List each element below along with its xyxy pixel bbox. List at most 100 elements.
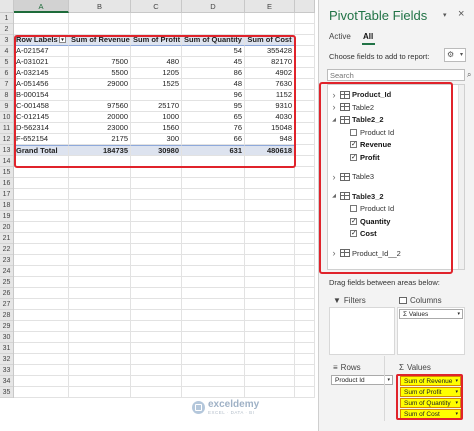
row-header[interactable]: 29 [0,321,13,332]
cell-c31[interactable] [131,343,182,354]
cell-c25[interactable] [131,277,182,288]
cell-e17[interactable] [245,189,295,200]
cell-a35[interactable] [14,387,69,398]
cell-d29[interactable] [182,321,245,332]
cell-b22[interactable] [69,244,131,255]
cell-b34[interactable] [69,376,131,387]
cell-e22[interactable] [245,244,295,255]
cell-e24[interactable] [245,266,295,277]
cell-c32[interactable] [131,354,182,365]
cell-e25[interactable] [245,277,295,288]
field-item[interactable]: Cost [350,228,377,239]
field-item[interactable]: Revenue [350,139,391,150]
cell-c20[interactable] [131,222,182,233]
collapse-icon[interactable]: ◢ [330,117,338,123]
cell-a22[interactable] [14,244,69,255]
cell-a13[interactable]: Grand Total [14,145,69,156]
cell-e32[interactable] [245,354,295,365]
row-header[interactable]: 8 [0,90,13,101]
cell-b31[interactable] [69,343,131,354]
row-header[interactable]: 24 [0,266,13,277]
row-labels-filter-chevron-down-icon[interactable]: ▾ [59,36,66,43]
row-header[interactable]: 15 [0,167,13,178]
cell-a17[interactable] [14,189,69,200]
column-header-b[interactable]: B [69,0,131,13]
cell-d28[interactable] [182,310,245,321]
cell-c35[interactable] [131,387,182,398]
row-header[interactable]: 2 [0,24,13,35]
cell-d30[interactable] [182,332,245,343]
row-header[interactable]: 1 [0,13,13,24]
table-node[interactable]: ◢ Table2_2 [330,114,383,125]
cell-d10[interactable]: 65 [182,112,245,123]
cell-c9[interactable]: 25170 [131,101,182,112]
collapse-icon[interactable]: ◢ [330,193,338,199]
cell-c27[interactable] [131,299,182,310]
cell-empty[interactable] [295,79,315,90]
column-header-d[interactable]: D [182,0,245,13]
cell-b16[interactable] [69,178,131,189]
cell-e33[interactable] [245,365,295,376]
cell-d19[interactable] [182,211,245,222]
cell-d15[interactable] [182,167,245,178]
cell-a33[interactable] [14,365,69,376]
row-header[interactable]: 26 [0,288,13,299]
cell-empty[interactable] [295,211,315,222]
cell-d25[interactable] [182,277,245,288]
cell-d6[interactable]: 86 [182,68,245,79]
cell-empty[interactable] [295,13,315,24]
cell-b14[interactable] [69,156,131,167]
cell-a10[interactable]: C-012145 [14,112,69,123]
cell-empty[interactable] [295,387,315,398]
row-header[interactable]: 30 [0,332,13,343]
cell-a15[interactable] [14,167,69,178]
cell-d4[interactable]: 54 [182,46,245,57]
cell-empty[interactable] [295,57,315,68]
cell-empty[interactable] [295,222,315,233]
cell-c5[interactable]: 480 [131,57,182,68]
cell-b24[interactable] [69,266,131,277]
field-item[interactable]: Product Id [350,127,394,138]
cell-b7[interactable]: 29000 [69,79,131,90]
cell-b27[interactable] [69,299,131,310]
cell-d8[interactable]: 96 [182,90,245,101]
cell-a1[interactable] [14,13,69,24]
cell-d20[interactable] [182,222,245,233]
cell-c4[interactable] [131,46,182,57]
cell-empty[interactable] [295,321,315,332]
column-header-a[interactable]: A [14,0,69,13]
cell-d7[interactable]: 48 [182,79,245,90]
cell-d9[interactable]: 95 [182,101,245,112]
cell-e2[interactable] [245,24,295,35]
cell-c26[interactable] [131,288,182,299]
cell-d16[interactable] [182,178,245,189]
cell-empty[interactable] [295,332,315,343]
cell-c24[interactable] [131,266,182,277]
cell-b23[interactable] [69,255,131,266]
checkbox-checked[interactable] [350,229,357,237]
row-header[interactable]: 20 [0,222,13,233]
cell-e5[interactable]: 82170 [245,57,295,68]
tab-all[interactable]: All [363,32,373,41]
cell-e30[interactable] [245,332,295,343]
cell-e10[interactable]: 4030 [245,112,295,123]
expand-icon[interactable]: › [330,102,338,112]
cell-c13[interactable]: 30980 [131,145,182,156]
column-header-c[interactable]: C [131,0,182,13]
cell-empty[interactable] [295,310,315,321]
row-header[interactable]: 18 [0,200,13,211]
cell-a27[interactable] [14,299,69,310]
cell-a29[interactable] [14,321,69,332]
column-header-extra[interactable] [295,0,315,13]
cell-b1[interactable] [69,13,131,24]
cell-c34[interactable] [131,376,182,387]
cell-c6[interactable]: 1205 [131,68,182,79]
cell-b5[interactable]: 7500 [69,57,131,68]
row-header[interactable]: 7 [0,79,13,90]
field-list-scrollbar[interactable] [458,85,464,269]
row-header[interactable]: 5 [0,57,13,68]
cell-b30[interactable] [69,332,131,343]
cell-a4[interactable]: A-021547 [14,46,69,57]
cell-c30[interactable] [131,332,182,343]
cell-d33[interactable] [182,365,245,376]
